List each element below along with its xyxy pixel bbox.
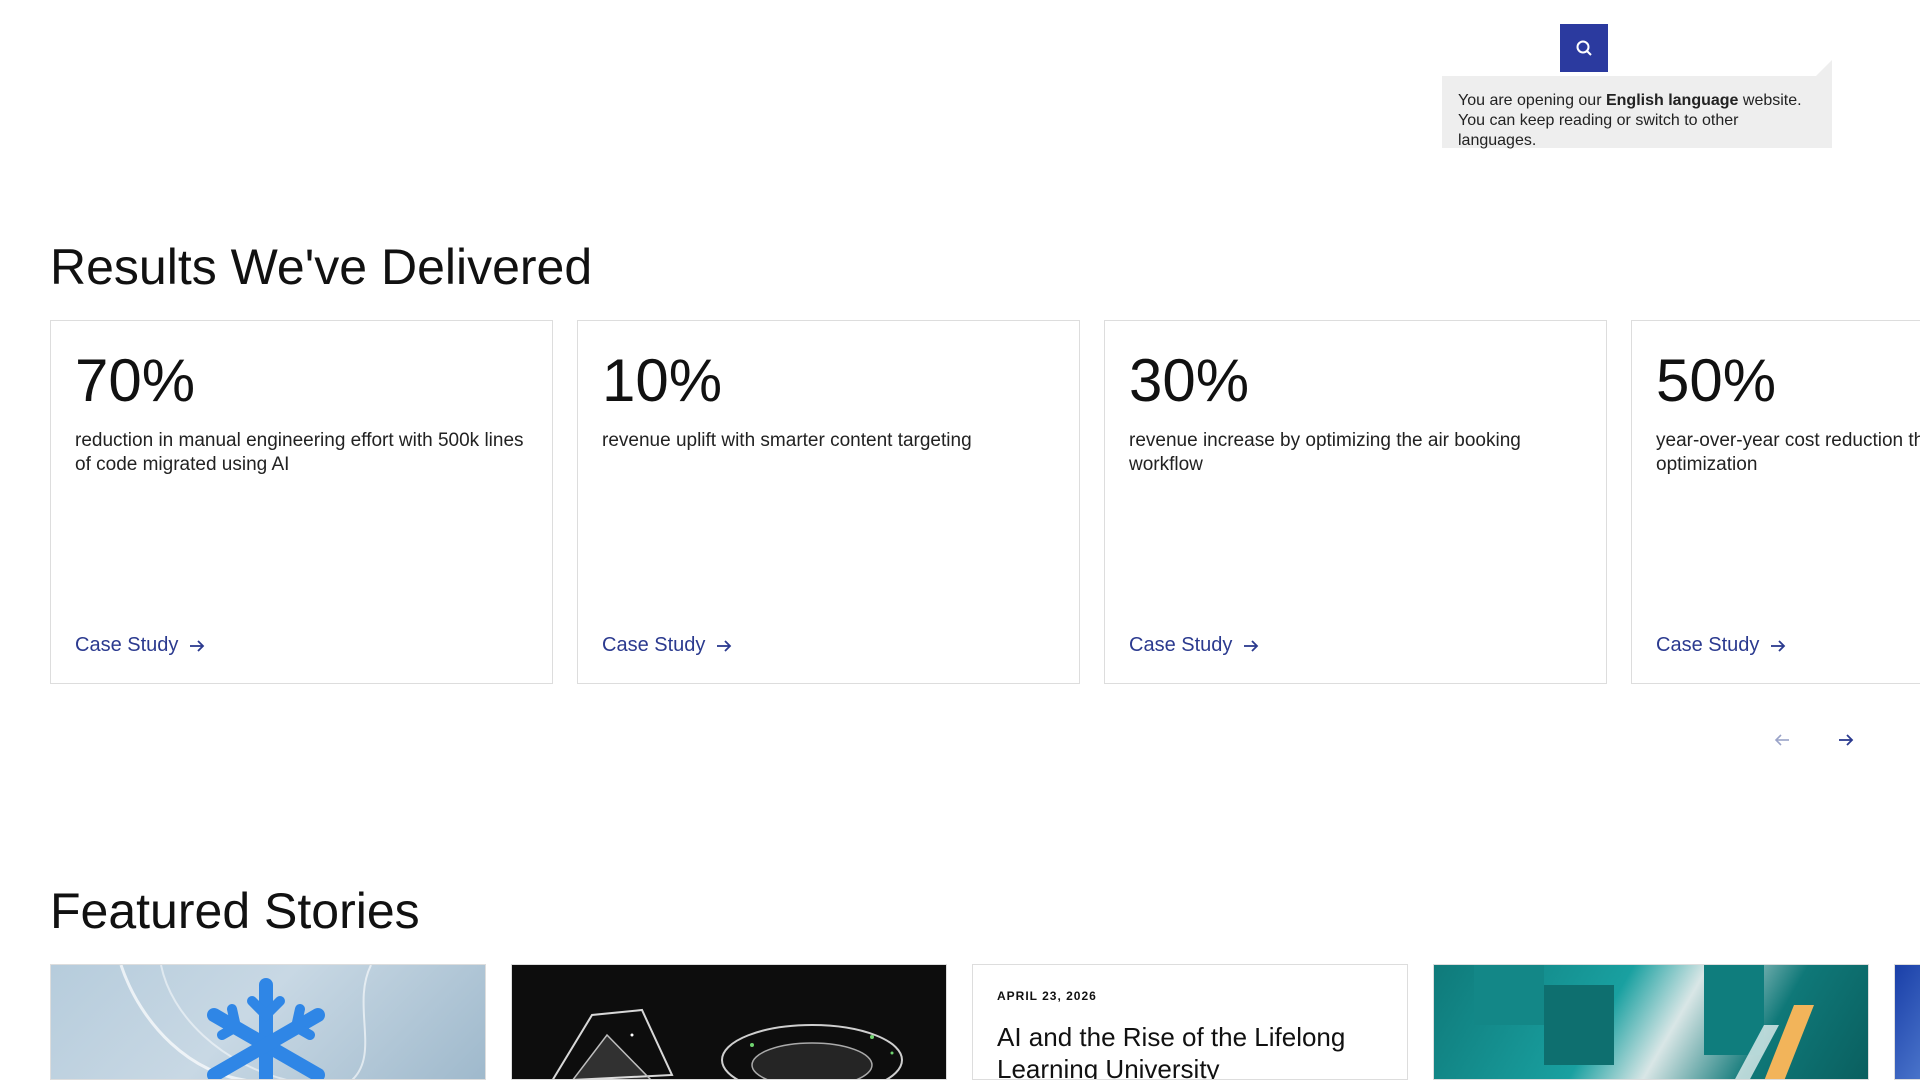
results-carousel: 70% reduction in manual engineering effo… [50, 320, 1920, 684]
story-date: APRIL 23, 2026 [997, 989, 1097, 1003]
featured-carousel: APRIL 23, 2026 AI and the Rise of the Li… [50, 964, 1920, 1080]
language-popup: You are opening our English language web… [1442, 60, 1832, 149]
story-card[interactable] [1433, 964, 1869, 1080]
search-button[interactable] [1560, 24, 1608, 72]
arrow-right-icon [1839, 734, 1854, 746]
result-percent: 70% [75, 347, 196, 414]
arrow-left-icon [1774, 734, 1789, 746]
teal-blocks-image [1474, 965, 1814, 1079]
glass-shapes-image [552, 1008, 903, 1079]
case-study-label: Case Study [1656, 634, 1760, 656]
result-description: revenue uplift with smarter content targ… [602, 430, 972, 451]
result-percent: 50% [1656, 347, 1777, 414]
case-study-label: Case Study [602, 634, 706, 656]
story-card[interactable] [511, 964, 947, 1080]
arrow-right-icon [1244, 639, 1259, 652]
case-study-label: Case Study [1129, 634, 1233, 656]
arrow-right-icon [717, 639, 732, 652]
result-percent: 30% [1129, 347, 1250, 414]
story-card[interactable]: APRIL 23, 2026 AI and the Rise of the Li… [972, 964, 1408, 1080]
result-card[interactable]: 30% revenue increase by optimizing the a… [1104, 320, 1607, 684]
story-card[interactable] [50, 964, 486, 1080]
result-description: revenue increase by optimizing the air b… [1129, 430, 1521, 475]
carousel-prev-button[interactable] [1768, 726, 1796, 754]
result-description: year-over-year cost reduction thr optimi… [1656, 430, 1920, 475]
snowflake-icon [119, 965, 372, 1079]
case-study-link[interactable]: Case Study [602, 634, 733, 657]
arrow-right-icon [1771, 639, 1786, 652]
case-study-label: Case Study [75, 634, 179, 656]
result-description: reduction in manual engineering effort w… [75, 430, 524, 475]
story-headline: AI and the Rise of the Lifelong Learning… [997, 1022, 1346, 1080]
case-study-link[interactable]: Case Study [75, 634, 206, 657]
case-study-link[interactable]: Case Study [1129, 634, 1260, 657]
result-card[interactable]: 70% reduction in manual engineering effo… [50, 320, 553, 684]
language-popup-line2: You can keep reading or switch to other … [1458, 112, 1739, 149]
language-popup-line1: You are opening our English language web… [1458, 92, 1802, 109]
results-title: Results We've Delivered [50, 239, 593, 295]
search-icon [1576, 40, 1592, 56]
result-card[interactable]: 10% revenue uplift with smarter content … [577, 320, 1080, 684]
case-study-link[interactable]: Case Study [1656, 634, 1787, 657]
story-card[interactable] [1894, 964, 1920, 1080]
carousel-next-button[interactable] [1832, 726, 1860, 754]
result-card[interactable]: 50% year-over-year cost reduction thr op… [1631, 320, 1920, 684]
arrow-right-icon [190, 639, 205, 652]
result-percent: 10% [602, 347, 723, 414]
featured-title: Featured Stories [50, 883, 420, 939]
